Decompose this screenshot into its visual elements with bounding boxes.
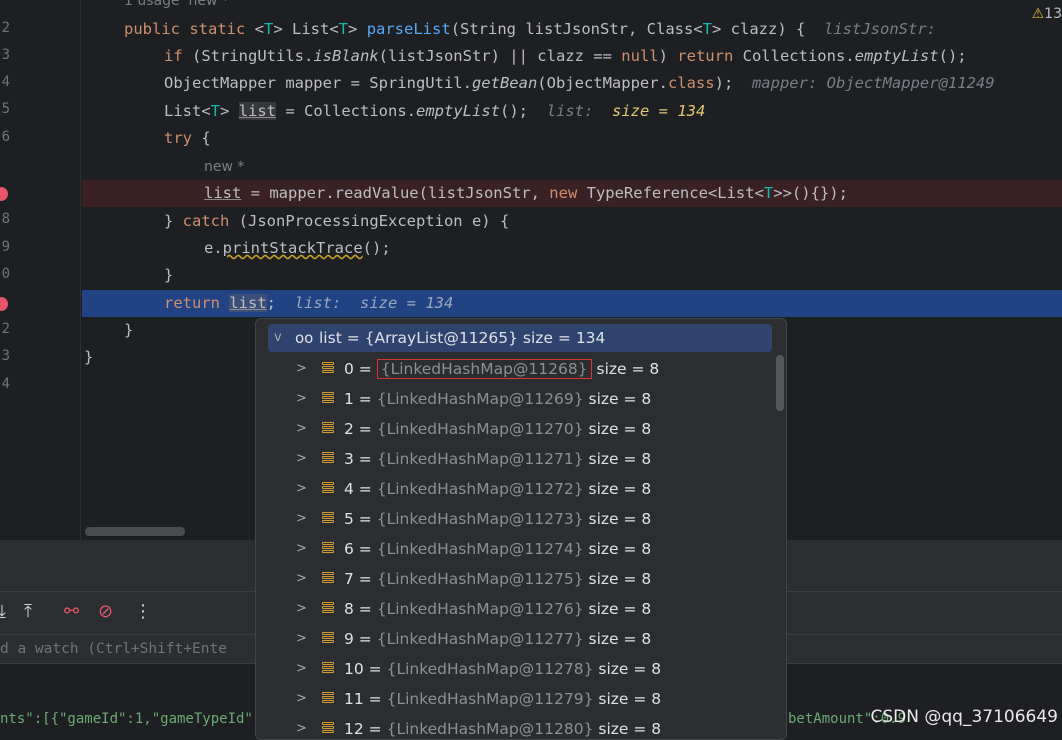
variable-inspector-popup[interactable]: v oo list = {ArrayList@11265} size = 134… <box>255 318 787 740</box>
stack-icon <box>322 662 334 677</box>
code-line[interactable]: } catch (JsonProcessingException e) { <box>82 208 1062 235</box>
popup-root-row[interactable]: v oo list = {ArrayList@11265} size = 134 <box>268 324 772 352</box>
chevron-right-icon[interactable]: > <box>296 444 307 474</box>
breakpoint-icon[interactable] <box>0 187 8 201</box>
code-line[interactable]: try { <box>82 125 1062 152</box>
code-line-execution-point[interactable]: return list; list: size = 134 <box>82 290 1062 317</box>
stack-icon <box>322 602 334 617</box>
code-line-breakpoint[interactable]: list = mapper.readValue(listJsonStr, new… <box>82 180 1062 207</box>
code-line[interactable]: public static <T> List<T> parseList(Stri… <box>82 16 1062 43</box>
stack-icon <box>322 572 334 587</box>
warning-icon: ⚠ <box>1031 6 1045 22</box>
step-out-icon[interactable]: ⤒ <box>24 601 32 622</box>
chevron-right-icon[interactable]: > <box>296 414 307 444</box>
line-number: 5 <box>1 101 10 117</box>
code-line[interactable]: List<T> list = Collections.emptyList(); … <box>82 98 1062 125</box>
chevron-right-icon[interactable]: > <box>296 564 307 594</box>
chevron-down-icon[interactable]: v <box>274 324 282 352</box>
inline-hint: mapper: ObjectMapper@11249 <box>751 74 995 92</box>
popup-scrollbar[interactable] <box>776 355 784 411</box>
line-number: 2 <box>1 321 10 337</box>
stack-icon <box>322 542 334 557</box>
chevron-right-icon[interactable]: > <box>296 354 307 384</box>
watch-glasses-icon: oo <box>295 329 314 347</box>
breakpoint-icon[interactable] <box>0 297 8 311</box>
code-line[interactable]: if (StringUtils.isBlank(listJsonStr) || … <box>82 43 1062 70</box>
inline-hint: listJsonStr: <box>824 20 936 38</box>
variable-row[interactable]: >3 = {LinkedHashMap@11271} size = 8 <box>256 444 776 474</box>
stack-icon <box>322 632 334 647</box>
gutter-divider <box>80 0 81 540</box>
chevron-right-icon[interactable]: > <box>296 384 307 414</box>
more-options-icon[interactable]: ⋮ <box>134 601 152 622</box>
chevron-right-icon[interactable]: > <box>296 534 307 564</box>
line-number: 9 <box>1 239 10 255</box>
new-hint[interactable]: new * <box>204 154 1062 180</box>
stack-icon <box>322 512 334 527</box>
line-number: 6 <box>1 129 10 145</box>
chevron-right-icon[interactable]: > <box>296 714 307 739</box>
variable-row[interactable]: >11 = {LinkedHashMap@11279} size = 8 <box>256 684 776 714</box>
line-number: 3 <box>1 47 10 63</box>
stack-icon <box>322 452 334 467</box>
variable-row[interactable]: >2 = {LinkedHashMap@11270} size = 8 <box>256 414 776 444</box>
variable-row[interactable]: >0 = {LinkedHashMap@11268} size = 8 <box>256 354 776 384</box>
stack-icon <box>322 392 334 407</box>
variable-row[interactable]: >4 = {LinkedHashMap@11272} size = 8 <box>256 474 776 504</box>
stack-icon <box>322 722 334 737</box>
inline-hint: list: size = 134 <box>294 294 454 312</box>
variable-row[interactable]: >1 = {LinkedHashMap@11269} size = 8 <box>256 384 776 414</box>
variable-row[interactable]: >6 = {LinkedHashMap@11274} size = 8 <box>256 534 776 564</box>
line-gutter: 2 3 4 5 6 8 9 0 2 3 4 <box>0 0 80 540</box>
variable-row[interactable]: >5 = {LinkedHashMap@11273} size = 8 <box>256 504 776 534</box>
variable-row[interactable]: >8 = {LinkedHashMap@11276} size = 8 <box>256 594 776 624</box>
code-line[interactable]: } <box>82 262 1062 289</box>
usage-hint[interactable]: 1 usage new * <box>124 0 1062 15</box>
variable-row[interactable]: >10 = {LinkedHashMap@11278} size = 8 <box>256 654 776 684</box>
chevron-right-icon[interactable]: > <box>296 654 307 684</box>
line-number: 4 <box>1 376 10 392</box>
code-line[interactable]: ObjectMapper mapper = SpringUtil.getBean… <box>82 70 1062 97</box>
chevron-right-icon[interactable]: > <box>296 684 307 714</box>
code-line[interactable]: e.printStackTrace(); <box>82 235 1062 262</box>
warnings-indicator[interactable]: ⚠13 <box>1027 6 1062 22</box>
chevron-right-icon[interactable]: > <box>296 624 307 654</box>
line-number: 0 <box>1 266 10 282</box>
chevron-right-icon[interactable]: > <box>296 504 307 534</box>
stack-icon <box>322 362 334 377</box>
step-into-icon[interactable]: ⤓ <box>0 601 6 622</box>
view-breakpoints-icon[interactable]: ⚯ <box>64 601 79 622</box>
horizontal-scrollbar[interactable] <box>85 527 185 536</box>
variable-row[interactable]: >12 = {LinkedHashMap@11280} size = 8 <box>256 714 776 739</box>
stack-icon <box>322 482 334 497</box>
stack-icon <box>322 692 334 707</box>
mute-breakpoints-icon[interactable]: ⊘ <box>98 601 113 622</box>
variable-row[interactable]: >7 = {LinkedHashMap@11275} size = 8 <box>256 564 776 594</box>
line-number: 8 <box>1 211 10 227</box>
chevron-right-icon[interactable]: > <box>296 594 307 624</box>
stack-icon <box>322 422 334 437</box>
chevron-right-icon[interactable]: > <box>296 474 307 504</box>
variable-row[interactable]: >9 = {LinkedHashMap@11277} size = 8 <box>256 624 776 654</box>
line-number: 3 <box>1 348 10 364</box>
line-number: 2 <box>1 20 10 36</box>
watermark: CSDN @qq_37106649 <box>870 707 1058 727</box>
line-number: 4 <box>1 74 10 90</box>
